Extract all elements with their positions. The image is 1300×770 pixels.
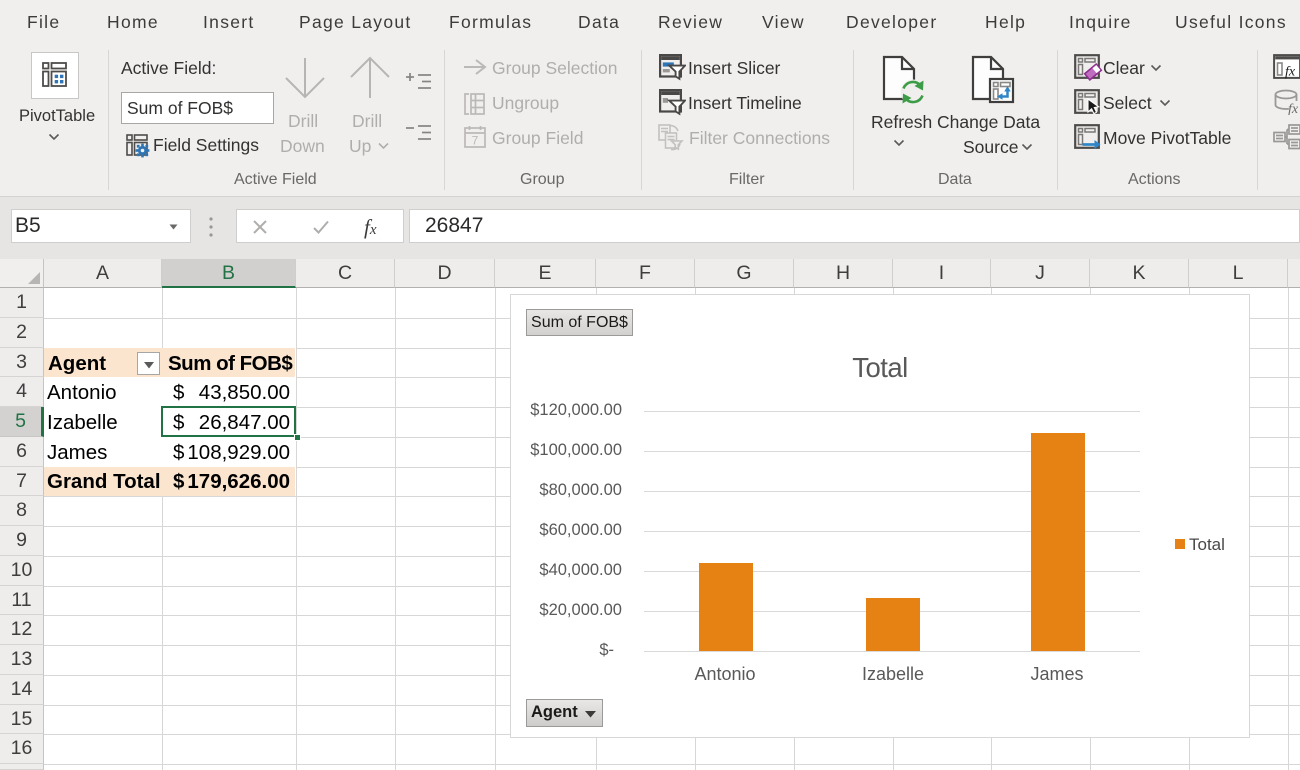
svg-text:fx: fx [1285,65,1296,80]
svg-text:7: 7 [472,134,479,148]
svg-text:fx: fx [1288,102,1299,115]
